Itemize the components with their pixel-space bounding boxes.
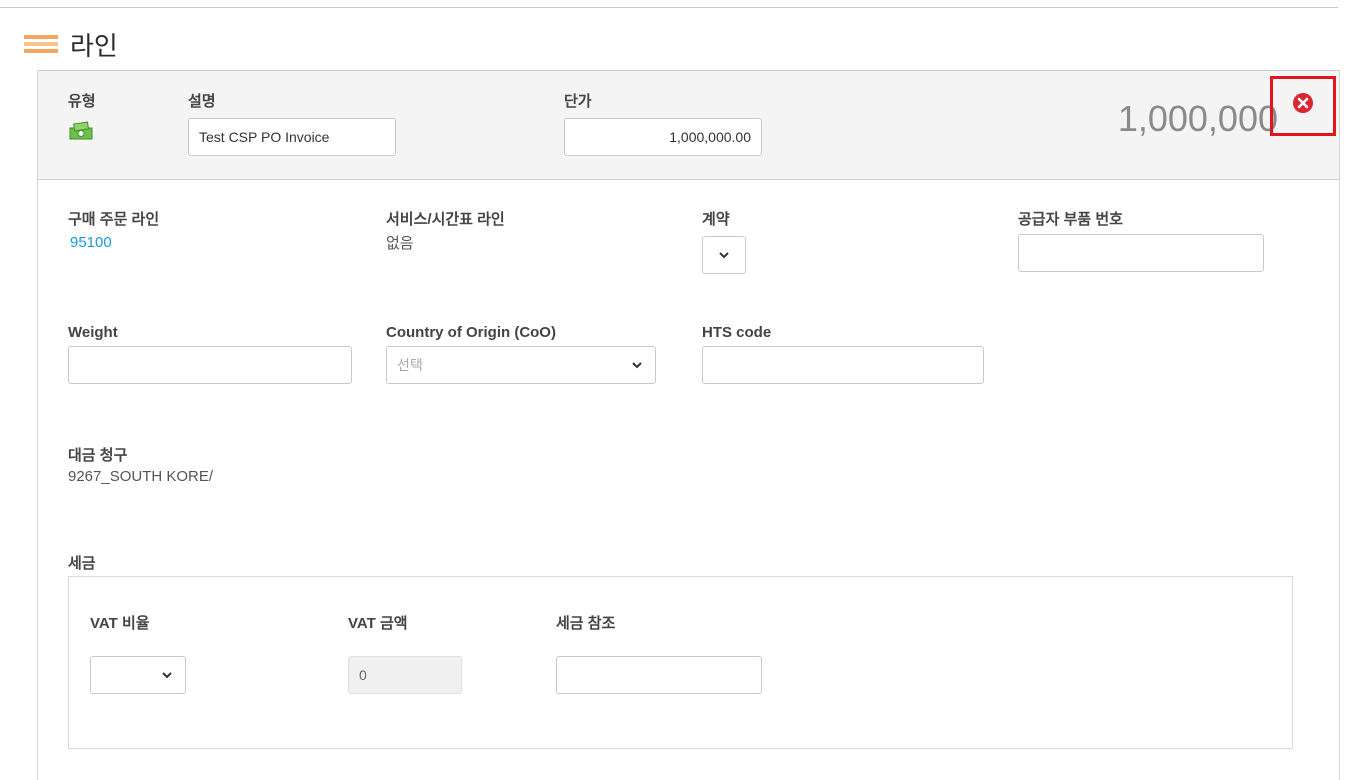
- remove-circle-icon: [1293, 93, 1313, 113]
- description-label: 설명: [188, 93, 216, 110]
- lines-icon: [24, 35, 58, 53]
- money-icon: [68, 118, 94, 140]
- tax-ref-label: 세금 참조: [556, 615, 616, 632]
- description-value: Test CSP PO Invoice: [199, 129, 330, 145]
- coo-select[interactable]: 선택: [386, 346, 656, 384]
- contract-label: 계약: [702, 211, 730, 228]
- line-total: 1,000,000: [1117, 98, 1278, 139]
- service-sheet-label: 서비스/시간표 라인: [386, 211, 505, 228]
- vat-rate-label: VAT 비율: [90, 615, 150, 632]
- unit-price-label: 단가: [564, 93, 592, 110]
- tax-section-label: 세금: [68, 555, 96, 572]
- po-line-label: 구매 주문 라인: [68, 211, 160, 228]
- vat-rate-select[interactable]: [90, 656, 186, 694]
- section-title: 라인: [70, 30, 118, 61]
- contract-select[interactable]: [702, 236, 746, 274]
- chevron-down-icon: [162, 672, 172, 679]
- billing-label: 대금 청구: [68, 447, 128, 464]
- vat-amount-label: VAT 금액: [348, 615, 408, 632]
- hts-label: HTS code: [702, 324, 772, 341]
- vat-amount-field: 0: [348, 656, 462, 694]
- service-sheet-value: 없음: [386, 235, 414, 252]
- section-header: 라인: [24, 24, 118, 64]
- weight-input[interactable]: [68, 346, 352, 384]
- supplier-part-label: 공급자 부품 번호: [1018, 211, 1123, 228]
- type-label: 유형: [68, 93, 96, 110]
- description-input[interactable]: Test CSP PO Invoice: [188, 118, 396, 156]
- coo-label: Country of Origin (CoO): [386, 324, 556, 341]
- po-line-link[interactable]: 95100: [70, 234, 112, 251]
- vat-amount-value: 0: [359, 667, 367, 683]
- weight-label: Weight: [68, 324, 118, 341]
- coo-placeholder: 선택: [397, 357, 423, 373]
- unit-price-value: 1,000,000.00: [669, 129, 751, 145]
- chevron-down-icon: [719, 252, 729, 259]
- remove-line-button[interactable]: [1270, 76, 1336, 136]
- billing-value: 9267_SOUTH KORE/: [68, 468, 214, 485]
- unit-price-input[interactable]: 1,000,000.00: [564, 118, 762, 156]
- top-divider: [0, 7, 1338, 8]
- chevron-down-icon: [632, 362, 642, 369]
- tax-ref-input[interactable]: [556, 656, 762, 694]
- hts-input[interactable]: [702, 346, 984, 384]
- supplier-part-input[interactable]: [1018, 234, 1264, 272]
